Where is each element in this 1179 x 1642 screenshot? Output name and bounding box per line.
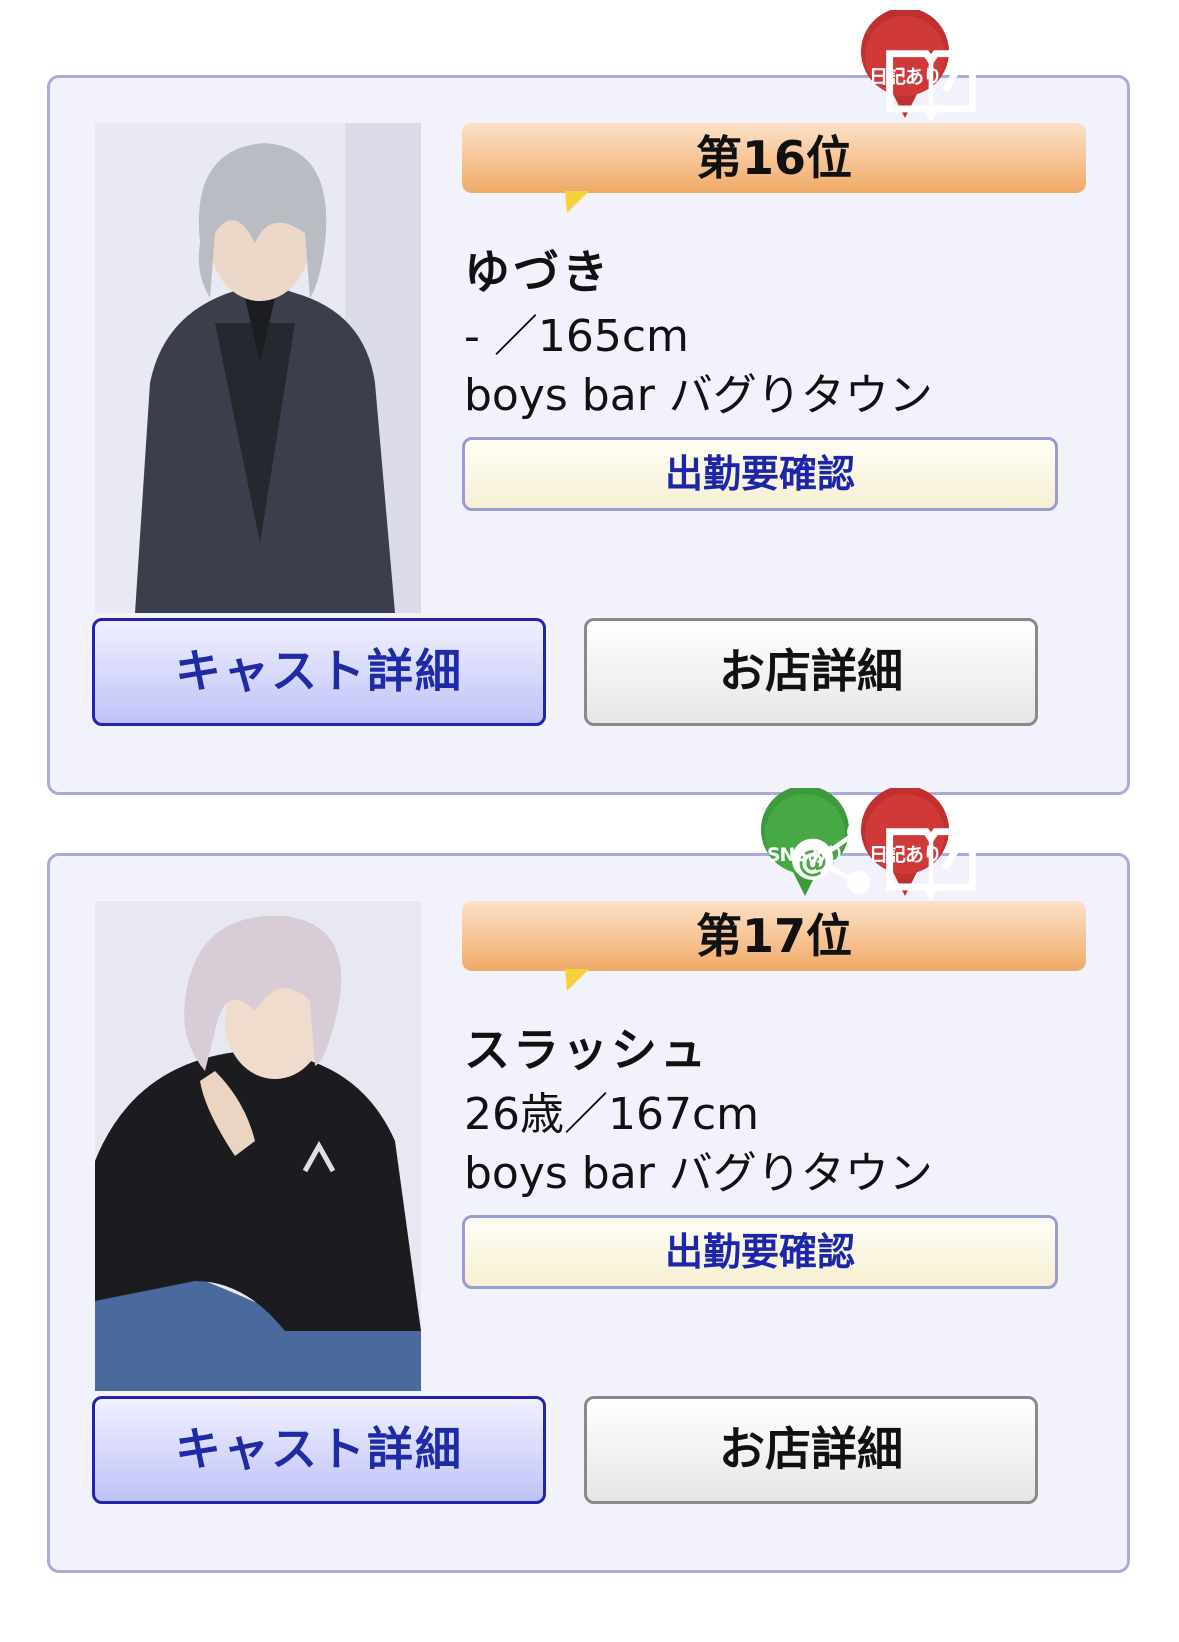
cast-name: スラッシュ <box>464 1023 709 1077</box>
rank-banner: 第16位 <box>462 123 1086 213</box>
diary-badge-label: 日記あり <box>868 66 942 88</box>
shop-name: boys bar バグりタウン <box>464 1148 933 1199</box>
diary-badge[interactable]: 日記あり <box>859 788 976 901</box>
cast-detail-button[interactable]: キャスト詳細 <box>92 1396 546 1504</box>
cast-stats: - ／165cm <box>464 311 689 362</box>
diary-badge-label: 日記あり <box>868 844 942 866</box>
cast-name: ゆづき <box>464 245 611 299</box>
sns-badge[interactable]: @ SNSあり <box>759 788 871 898</box>
shop-name: boys bar バグりタウン <box>464 370 933 421</box>
cast-detail-button[interactable]: キャスト詳細 <box>92 618 546 726</box>
rank-banner-tail <box>554 191 590 213</box>
cast-photo[interactable] <box>95 123 421 613</box>
rank-text: 第17位 <box>695 909 852 963</box>
diary-badge[interactable]: 日記あり <box>859 10 976 123</box>
cast-card: 第17位 スラッシュ 26歳／167cm boys bar バグりタウン 出勤要… <box>47 853 1130 1573</box>
rank-banner-tail <box>554 969 590 991</box>
rank-text: 第16位 <box>695 131 852 185</box>
rank-banner: 第17位 <box>462 901 1086 991</box>
cast-card: 第16位 ゆづき - ／165cm boys bar バグりタウン 出勤要確認 … <box>47 75 1130 795</box>
attendance-status: 出勤要確認 <box>462 437 1058 511</box>
cast-stats: 26歳／167cm <box>464 1089 760 1140</box>
sns-badge-label: SNSあり <box>766 844 844 866</box>
attendance-status: 出勤要確認 <box>462 1215 1058 1289</box>
shop-detail-button[interactable]: お店詳細 <box>584 1396 1038 1504</box>
cast-photo[interactable] <box>95 901 421 1391</box>
shop-detail-button[interactable]: お店詳細 <box>584 618 1038 726</box>
